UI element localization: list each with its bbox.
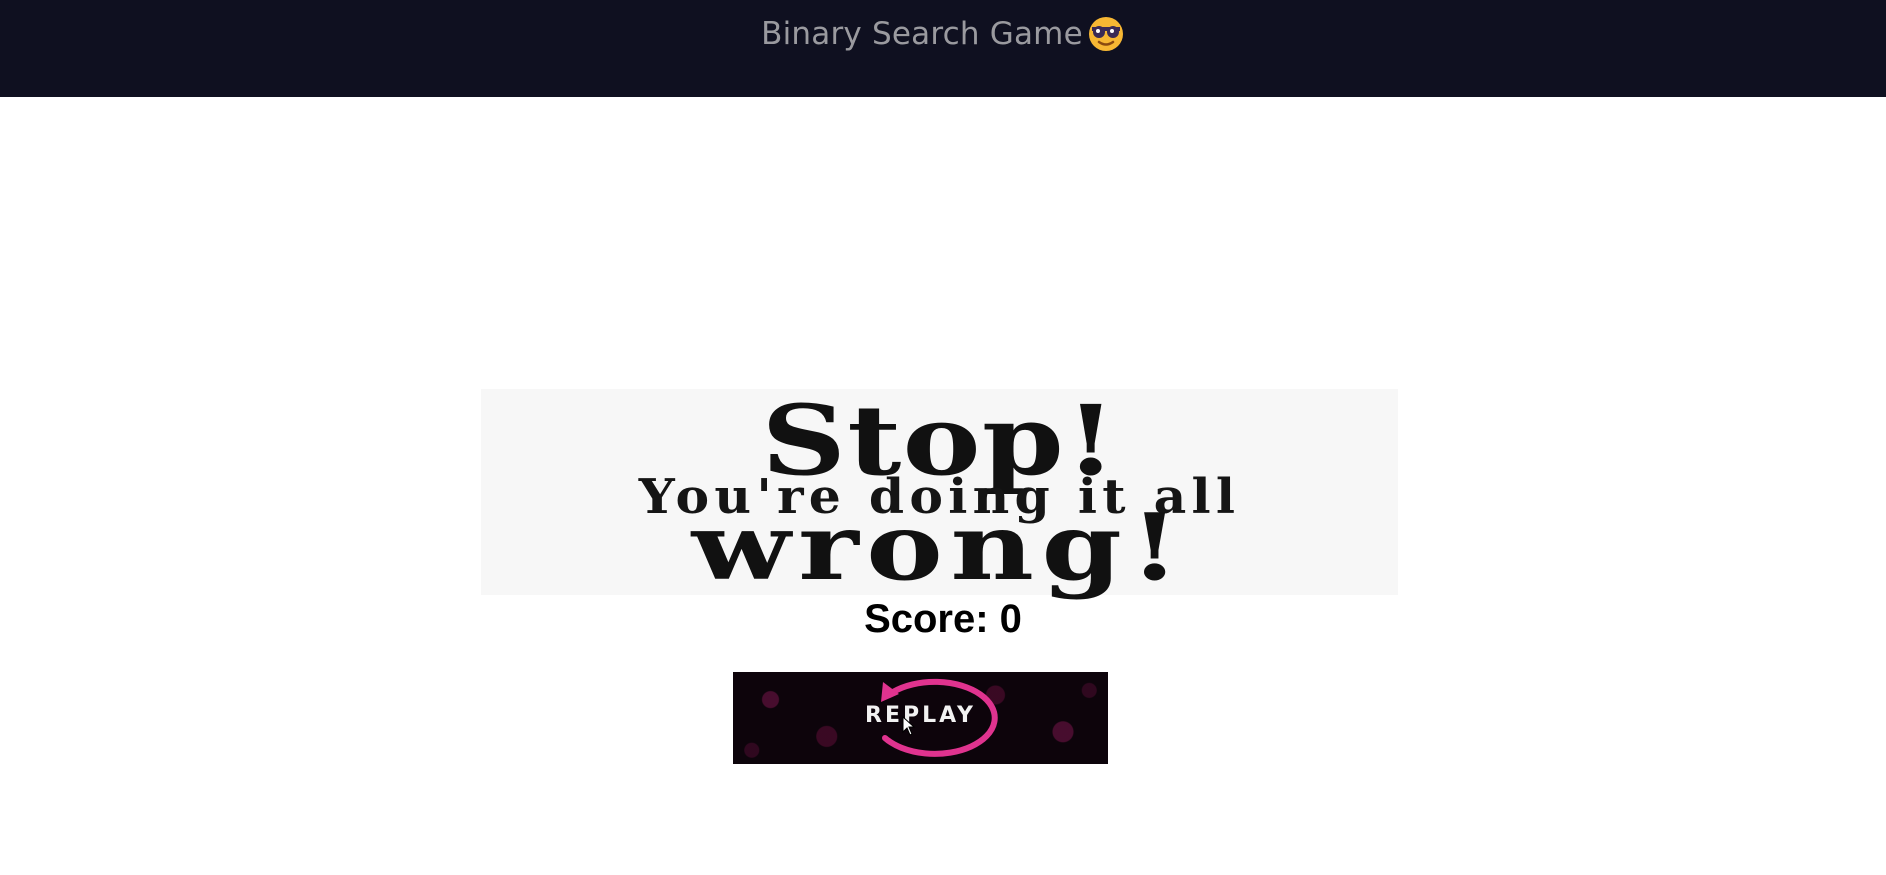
mouse-cursor-icon — [902, 716, 916, 736]
title-wrap: Binary Search Game — [761, 15, 1125, 53]
score-text: Score: 0 — [864, 597, 1022, 641]
top-bar: Binary Search Game — [0, 0, 1886, 97]
replay-button[interactable]: REPLAY — [733, 672, 1108, 764]
score-display: Score: 0 — [0, 597, 1886, 642]
sunglasses-emoji-icon — [1087, 15, 1125, 53]
banner-line-wrong: wrong! — [691, 493, 1188, 601]
replay-label: REPLAY — [865, 703, 976, 728]
app-title: Binary Search Game — [761, 15, 1083, 52]
stop-banner-image: Stop! You're doing it all wrong! — [481, 389, 1398, 595]
